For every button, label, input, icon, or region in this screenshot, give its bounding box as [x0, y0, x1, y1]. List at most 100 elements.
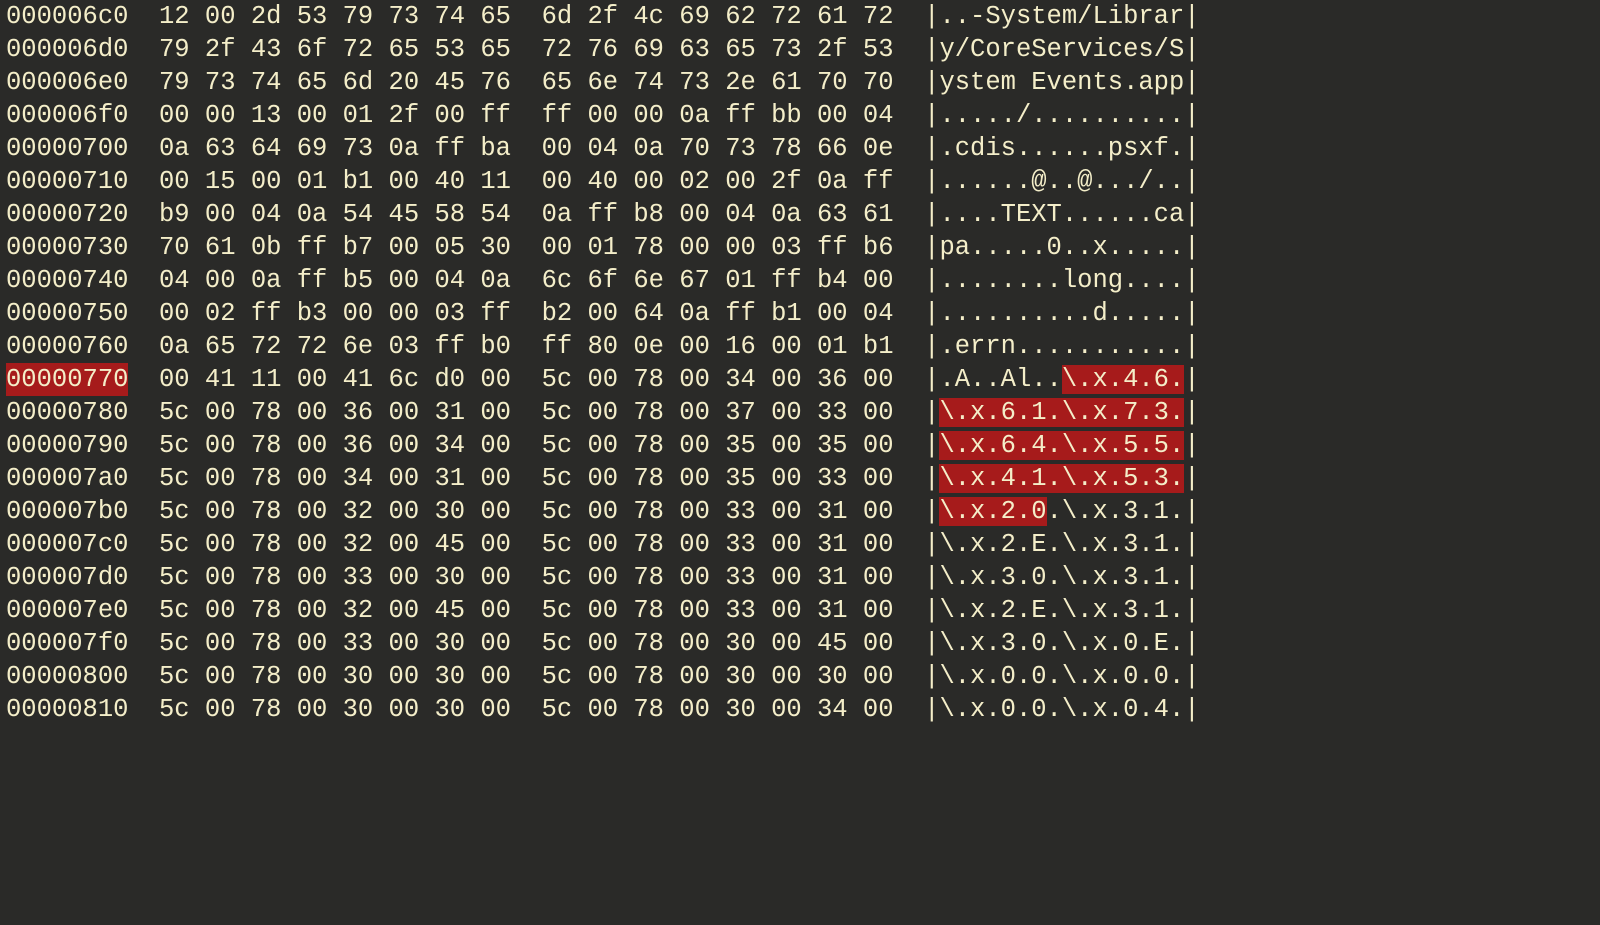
- hex-group-gap: [511, 0, 542, 33]
- ascii-gap: [894, 297, 925, 330]
- ascii-column: |\.x.3.0.\.x.3.1.|: [924, 561, 1199, 594]
- hex-bytes-right: ff 80 0e 00 16 00 01 b1: [542, 330, 894, 363]
- hex-group-gap: [511, 330, 542, 363]
- ascii-text: ......@..@.../..: [939, 167, 1184, 196]
- offset-value: 00000760: [6, 330, 128, 363]
- ascii-delim-right: |: [1184, 2, 1199, 31]
- ascii-text: ystem Events.app: [939, 68, 1184, 97]
- hex-bytes-right: 00 40 00 02 00 2f 0a ff: [542, 165, 894, 198]
- hexdump-row: 000006f000 00 13 00 01 2f 00 ff ff 00 00…: [6, 99, 1594, 132]
- ascii-delim-right: |: [1184, 332, 1199, 361]
- offset-value: 00000790: [6, 429, 128, 462]
- ascii-gap: [894, 0, 925, 33]
- offset-value: 00000800: [6, 660, 128, 693]
- hexdump-row: 000007c05c 00 78 00 32 00 45 00 5c 00 78…: [6, 528, 1594, 561]
- hexdump-row: 00000760 0a 65 72 72 6e 03 ff b0 ff 80 0e…: [6, 330, 1594, 363]
- hex-bytes-right: 00 04 0a 70 73 78 66 0e: [542, 132, 894, 165]
- ascii-gap: [894, 495, 925, 528]
- hex-bytes-left: 5c 00 78 00 33 00 30 00: [159, 561, 511, 594]
- ascii-delim-left: |: [924, 200, 939, 229]
- hex-bytes-left: 00 02 ff b3 00 00 03 ff: [159, 297, 511, 330]
- ascii-gap: [894, 330, 925, 363]
- ascii-delim-left: |: [924, 134, 939, 163]
- hexdump-row: 000008105c 00 78 00 30 00 30 00 5c 00 78…: [6, 693, 1594, 726]
- hex-bytes-right: 5c 00 78 00 30 00 45 00: [542, 627, 894, 660]
- ascii-gap: [894, 660, 925, 693]
- ascii-column: |\.x.2.E.\.x.3.1.|: [924, 594, 1199, 627]
- hex-group-gap: [511, 264, 542, 297]
- ascii-text: ...../..........: [939, 101, 1184, 130]
- ascii-text: \.x.2.E.\.x.3.1.: [939, 530, 1184, 559]
- ascii-delim-left: |: [924, 695, 939, 724]
- hex-group-gap: [511, 66, 542, 99]
- ascii-text: \.x.4.1.\.x.5.3.: [939, 464, 1184, 493]
- hex-bytes-right: 5c 00 78 00 33 00 31 00: [542, 495, 894, 528]
- hex-bytes-left: 00 00 13 00 01 2f 00 ff: [159, 99, 511, 132]
- hex-group-gap: [511, 33, 542, 66]
- hexdump-row: 0000074004 00 0a ff b5 00 04 0a 6c 6f 6e…: [6, 264, 1594, 297]
- ascii-delim-right: |: [1184, 35, 1199, 64]
- ascii-text: \.x.6.1.\.x.7.3.: [939, 398, 1184, 427]
- ascii-column: |......@..@.../..|: [924, 165, 1199, 198]
- offset-value: 00000730: [6, 231, 128, 264]
- offset-value: 00000750: [6, 297, 128, 330]
- ascii-delim-left: |: [924, 233, 939, 262]
- ascii-delim-right: |: [1184, 200, 1199, 229]
- ascii-delim-left: |: [924, 299, 939, 328]
- hex-group-gap: [511, 561, 542, 594]
- hexdump-row: 000007000a 63 64 69 73 0a ff ba 00 04 0a…: [6, 132, 1594, 165]
- ascii-text: \.x.3.0.\.x.0.E.: [939, 629, 1184, 658]
- hex-group-gap: [511, 462, 542, 495]
- hex-group-gap: [511, 99, 542, 132]
- hex-group-gap: [511, 396, 542, 429]
- hex-bytes-left: 12 00 2d 53 79 73 74 65: [159, 0, 511, 33]
- hex-bytes-left: 79 2f 43 6f 72 65 53 65: [159, 33, 511, 66]
- ascii-delim-left: |: [924, 167, 939, 196]
- hexdump-row: 000007b05c 00 78 00 32 00 30 00 5c 00 78…: [6, 495, 1594, 528]
- offset-value: 000006d0: [6, 33, 128, 66]
- offset-value: 000006e0: [6, 66, 128, 99]
- ascii-text: ..........d.....: [939, 299, 1184, 328]
- hex-bytes-right: 5c 00 78 00 33 00 31 00: [542, 561, 894, 594]
- hex-group-gap: [511, 165, 542, 198]
- hex-bytes-right: 6d 2f 4c 69 62 72 61 72: [542, 0, 894, 33]
- hex-bytes-left: 5c 00 78 00 33 00 30 00: [159, 627, 511, 660]
- ascii-text: .errn...........: [939, 332, 1184, 361]
- hexdump-row: 00000720b9 00 04 0a 54 45 58 54 0a ff b8…: [6, 198, 1594, 231]
- hex-bytes-left: 5c 00 78 00 36 00 31 00: [159, 396, 511, 429]
- hex-group-gap: [511, 429, 542, 462]
- offset-value: 00000780: [6, 396, 128, 429]
- ascii-text: .cdis......psxf.: [939, 134, 1184, 163]
- ascii-column: |...../..........|: [924, 99, 1199, 132]
- hex-group-gap: [511, 132, 542, 165]
- hexdump-row: 000006c012 00 2d 53 79 73 74 65 6d 2f 4c…: [6, 0, 1594, 33]
- ascii-delim-right: |: [1184, 134, 1199, 163]
- hex-group-gap: [511, 693, 542, 726]
- ascii-delim-right: |: [1184, 266, 1199, 295]
- hex-bytes-right: 5c 00 78 00 34 00 36 00: [542, 363, 894, 396]
- hex-bytes-right: 5c 00 78 00 30 00 30 00: [542, 660, 894, 693]
- ascii-delim-left: |: [924, 332, 939, 361]
- offset-value: 000007e0: [6, 594, 128, 627]
- ascii-gap: [894, 198, 925, 231]
- hex-bytes-right: 6c 6f 6e 67 01 ff b4 00: [542, 264, 894, 297]
- ascii-gap: [894, 33, 925, 66]
- hex-bytes-right: 0a ff b8 00 04 0a 63 61: [542, 198, 894, 231]
- ascii-delim-right: |: [1184, 464, 1199, 493]
- hex-bytes-right: 5c 00 78 00 35 00 35 00: [542, 429, 894, 462]
- ascii-text: ........long....: [939, 266, 1184, 295]
- ascii-gap: [894, 561, 925, 594]
- hex-bytes-right: 72 76 69 63 65 73 2f 53: [542, 33, 894, 66]
- hex-group-gap: [511, 297, 542, 330]
- hex-bytes-left: 5c 00 78 00 30 00 30 00: [159, 693, 511, 726]
- ascii-text: .A..Al..: [939, 365, 1061, 394]
- hexdump-output[interactable]: 000006c012 00 2d 53 79 73 74 65 6d 2f 4c…: [0, 0, 1600, 726]
- hex-bytes-left: 5c 00 78 00 32 00 30 00: [159, 495, 511, 528]
- ascii-column: |\.x.6.4.\.x.5.5.|: [924, 429, 1199, 462]
- hexdump-row: 000006d0 79 2f 43 6f 72 65 53 65 72 76 69…: [6, 33, 1594, 66]
- ascii-text: \.x.2.E.\.x.3.1.: [939, 596, 1184, 625]
- offset-value: 00000770: [6, 363, 128, 396]
- hex-bytes-right: 5c 00 78 00 33 00 31 00: [542, 594, 894, 627]
- ascii-column: |..........d.....|: [924, 297, 1199, 330]
- hex-bytes-left: 0a 65 72 72 6e 03 ff b0: [159, 330, 511, 363]
